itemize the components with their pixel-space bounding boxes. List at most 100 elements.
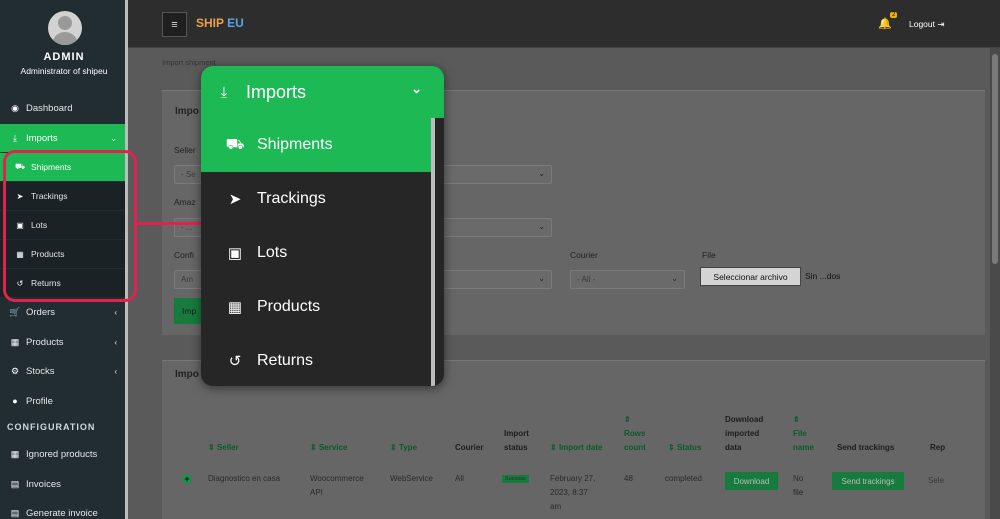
zoom-item-lots[interactable]: ▣ Lots — [201, 226, 431, 280]
logout-link[interactable]: Logout ⇥ — [909, 19, 945, 30]
sidebar-item-generate-invoice[interactable]: ▤ Generate invoice — [0, 499, 125, 519]
sidebar-item-label: Orders — [26, 306, 56, 318]
td-file-name: No file — [793, 474, 804, 497]
download-button[interactable]: Download — [725, 472, 778, 490]
zoom-imports-header[interactable]: ⤓ Imports ⌄ — [201, 66, 444, 118]
td-type: WebService — [390, 474, 433, 483]
logout-label: Logout — [909, 19, 935, 29]
hamburger-icon: ≡ — [171, 18, 178, 31]
dashboard-icon: ◉ — [11, 102, 19, 113]
cubes-icon: ▦ — [227, 299, 243, 316]
th-service[interactable]: ⇕ Service — [310, 441, 347, 455]
section-configuration: CONFIGURATION — [7, 422, 96, 432]
highlight-connector — [137, 222, 203, 225]
seller-select-value: - Se — [181, 170, 196, 179]
undo-icon: ↺ — [228, 353, 242, 370]
user-avatar — [48, 11, 82, 45]
td-courier: All — [455, 474, 464, 483]
seller-label: Seller — [174, 145, 196, 155]
cubes-icon: ▦ — [10, 336, 20, 347]
sidebar-item-label: Invoices — [26, 478, 61, 490]
courier-select[interactable]: - All - ⌄ — [570, 270, 685, 289]
sidebar-item-label: Dashboard — [26, 102, 73, 114]
chevron-down-icon: ⌄ — [110, 133, 117, 143]
th-file-name[interactable]: ⇕ File name — [793, 413, 814, 455]
td-service: Woocommerce API — [310, 474, 364, 497]
td-rep[interactable]: Sele — [928, 474, 944, 488]
zoom-item-label: Trackings — [257, 190, 326, 207]
zoom-item-label: Products — [257, 298, 321, 315]
zoom-item-label: Lots — [257, 244, 288, 261]
download-icon: ⤓ — [220, 83, 228, 101]
chevron-down-icon: ⌄ — [538, 169, 545, 178]
zoom-item-returns[interactable]: ↺ Returns — [201, 334, 431, 386]
zoom-header-label: Imports — [246, 81, 307, 102]
file-select-button[interactable]: Seleccionar archivo — [700, 267, 801, 286]
file-icon: ▤ — [10, 478, 20, 489]
chevron-down-icon: ⌄ — [671, 274, 678, 283]
th-status[interactable]: ⇕ Status — [668, 441, 701, 455]
cart-icon: 🛒 — [9, 306, 21, 317]
file-status: Sin ...dos — [805, 271, 841, 281]
location-arrow-icon: ➤ — [228, 191, 242, 208]
td-import-date: February 27, 2023, 8:37 am — [550, 474, 596, 511]
td-seller: Diagnostico en casa — [208, 474, 281, 483]
td-status: completed — [665, 474, 702, 483]
td-rows-count: 48 — [624, 474, 633, 483]
send-trackings-button[interactable]: Send trackings — [832, 472, 904, 490]
chevron-left-icon: ‹ — [114, 307, 117, 317]
content-scrollbar[interactable] — [990, 48, 1000, 519]
zoom-scrollbar[interactable] — [431, 118, 435, 386]
file-icon: ▤ — [10, 507, 20, 518]
zoom-item-trackings[interactable]: ➤ Trackings — [201, 172, 431, 226]
sidebar-item-dashboard[interactable]: ◉ Dashboard — [0, 94, 125, 122]
status-badge: Success — [502, 475, 529, 483]
sidebar-item-label: Stocks — [26, 365, 55, 377]
chevron-left-icon: ‹ — [114, 337, 117, 347]
th-rows-count[interactable]: ⇕ Rows count — [624, 413, 646, 455]
notification-badge: 2 — [890, 12, 898, 18]
download-icon: ⤓ — [13, 132, 17, 143]
th-import-status: Import status — [504, 429, 529, 452]
th-rep: Rep — [930, 443, 946, 452]
th-seller[interactable]: ⇕ Seller — [208, 441, 239, 455]
brand-logo[interactable]: SHIP EU — [196, 16, 244, 30]
sidebar-item-label: Profile — [26, 395, 53, 407]
user-role: Administrator of shipeu — [20, 66, 108, 76]
sidebar-item-label: Generate invoice — [26, 507, 98, 519]
zoom-item-shipments[interactable]: ⛟ Shipments — [201, 118, 431, 172]
th-courier: Courier — [455, 443, 484, 452]
sidebar-item-profile[interactable]: ● Profile — [0, 387, 125, 415]
chevron-down-icon: ⌄ — [538, 274, 545, 283]
box-icon: ▣ — [227, 245, 243, 262]
courier-label: Courier — [570, 250, 598, 260]
config-label: Confi — [174, 250, 194, 260]
chevron-down-icon: ⌄ — [411, 81, 422, 96]
sidebar-item-stocks[interactable]: ⚙ Stocks ‹ — [0, 357, 125, 385]
th-import-date[interactable]: ⇕ Import date — [550, 441, 603, 455]
hamburger-menu-button[interactable]: ≡ — [162, 12, 187, 37]
gear-icon: ⚙ — [10, 365, 20, 376]
sidebar-item-ignored-products[interactable]: ▦ Ignored products — [0, 440, 125, 468]
cubes-icon: ▦ — [10, 448, 20, 459]
sidebar-item-invoices[interactable]: ▤ Invoices — [0, 470, 125, 498]
chevron-down-icon: ⌄ — [538, 222, 545, 231]
truck-icon: ⛟ — [225, 135, 245, 153]
bell-icon[interactable]: 🔔 — [878, 17, 892, 30]
expand-row-icon[interactable]: + — [182, 474, 192, 484]
zoom-item-products[interactable]: ▦ Products — [201, 280, 431, 334]
th-type[interactable]: ⇕ Type — [390, 441, 417, 455]
sidebar-item-orders[interactable]: 🛒 Orders ‹ — [0, 298, 125, 326]
sidebar-item-label: Ignored products — [26, 448, 98, 460]
brand-part1: SHIP — [196, 16, 224, 30]
config-select-value: Am — [181, 275, 193, 284]
sidebar-item-products[interactable]: ▦ Products ‹ — [0, 328, 125, 356]
user-icon: ● — [12, 396, 18, 406]
import-button[interactable]: Imp — [174, 298, 202, 324]
sidebar-item-label: Imports — [26, 132, 58, 144]
sidebar-item-label: Products — [26, 336, 64, 348]
th-send-trackings: Send trackings — [837, 443, 895, 452]
chevron-left-icon: ‹ — [114, 366, 117, 376]
sidebar-item-imports[interactable]: ⤓ Imports ⌄ — [0, 124, 125, 152]
user-name: ADMIN — [43, 51, 85, 63]
